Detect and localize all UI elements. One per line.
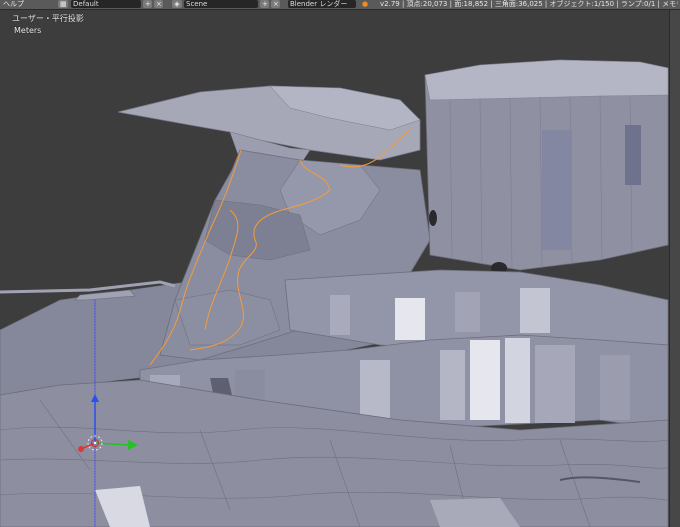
view-name: ユーザー・平行投影	[12, 14, 84, 23]
unit-label: Meters	[14, 26, 42, 35]
close-icon[interactable]: ×	[271, 0, 280, 8]
render-engine-select[interactable]: Blender レンダー	[288, 0, 356, 8]
right-panel-edge[interactable]	[669, 10, 680, 527]
status-text: v2.79 | 頂点:20,073 | 面:18,852 | 三角面:36,02…	[380, 0, 678, 8]
screen-layout-icon[interactable]: ▦	[58, 0, 68, 8]
close-icon[interactable]: ×	[154, 0, 163, 8]
info-header: ヘルプ ▦ Default + × ◈ Scene + × Blender レン…	[0, 0, 680, 10]
layout-select[interactable]: Default	[71, 0, 141, 8]
scene-icon: ◈	[172, 0, 182, 8]
scene-mesh	[0, 59, 669, 527]
add-icon[interactable]: +	[143, 0, 152, 8]
blender-logo-icon: ●	[362, 0, 369, 8]
help-menu[interactable]: ヘルプ	[1, 0, 31, 8]
add-icon[interactable]: +	[260, 0, 269, 8]
3d-viewport[interactable]: ユーザー・平行投影 Meters	[0, 10, 669, 527]
scene-select[interactable]: Scene	[184, 0, 258, 8]
